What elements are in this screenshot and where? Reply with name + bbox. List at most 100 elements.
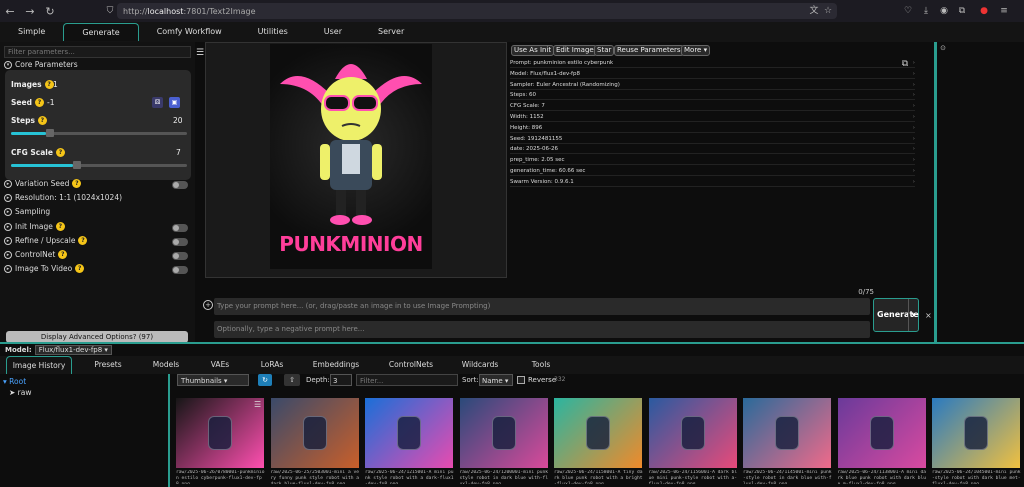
tab-models[interactable]: Models	[144, 356, 188, 374]
history-thumbnail[interactable]	[176, 398, 264, 468]
metadata-row[interactable]: Seed: 1912481155	[510, 134, 915, 144]
extension-red-icon[interactable]: ●	[978, 5, 990, 17]
help-icon[interactable]: ?	[37, 116, 47, 125]
generate-options-caret-icon[interactable]: ▾	[908, 299, 918, 331]
panel-divider[interactable]: ☰	[195, 42, 205, 344]
view-mode-select[interactable]: Thumbnails ▾	[177, 374, 249, 386]
section-image-to-video[interactable]: ▸ Image To Video?	[4, 264, 85, 273]
use-as-init-button[interactable]: Use As Init	[511, 45, 555, 56]
refine-upscale-toggle[interactable]	[172, 238, 188, 246]
tab-loras[interactable]: LoRAs	[250, 356, 294, 374]
section-controlnet[interactable]: ▸ ControlNet?	[4, 250, 68, 259]
add-image-icon[interactable]: +	[203, 300, 213, 310]
tab-embeddings[interactable]: Embeddings	[306, 356, 366, 374]
steps-value[interactable]: 20	[173, 116, 183, 125]
core-parameters-header[interactable]: ▾ Core Parameters	[4, 60, 78, 69]
more-button[interactable]: More ▾	[681, 45, 711, 56]
recycle-seed-icon[interactable]: ▣	[169, 97, 180, 108]
tab-comfy-workflow[interactable]: Comfy Workflow	[139, 23, 240, 41]
tab-image-history[interactable]: Image History	[6, 356, 72, 374]
thumbnail-menu-icon[interactable]: ☰	[254, 400, 261, 409]
image-to-video-toggle[interactable]	[172, 266, 188, 274]
seed-value[interactable]: -1	[47, 98, 54, 107]
section-variation-seed[interactable]: ▸ Variation Seed?	[4, 179, 82, 188]
translate-icon[interactable]: 文	[808, 5, 820, 17]
controlnet-toggle[interactable]	[172, 252, 188, 260]
tab-server[interactable]: Server	[360, 23, 422, 41]
init-image-toggle[interactable]	[172, 224, 188, 232]
filter-parameters-input[interactable]: Filter parameters...	[4, 46, 191, 58]
dice-icon[interactable]: ⚄	[152, 97, 163, 108]
section-init-image[interactable]: ▸ Init Image?	[4, 222, 65, 231]
reuse-parameters-button[interactable]: Reuse Parameters	[614, 45, 684, 56]
tab-utilities[interactable]: Utilities	[240, 23, 306, 41]
history-thumbnail[interactable]	[743, 398, 831, 468]
metadata-row[interactable]: Width: 1152	[510, 112, 915, 122]
generated-image[interactable]: PUNKMINION	[270, 44, 432, 269]
sort-select[interactable]: Name ▾	[479, 374, 513, 386]
help-icon[interactable]: ?	[72, 179, 82, 188]
metadata-row[interactable]: Steps: 60	[510, 90, 915, 101]
section-sampling[interactable]: ▸ Sampling	[4, 207, 50, 216]
prompt-input[interactable]: Type your prompt here... (or, drag/paste…	[214, 298, 870, 315]
account-icon[interactable]: ◉	[938, 5, 950, 17]
tree-root[interactable]: ▾ Root	[3, 377, 26, 386]
section-refine-upscale[interactable]: ▸ Refine / Upscale?	[4, 236, 88, 245]
url-bar[interactable]: http://localhost:7801/Text2Image	[117, 3, 837, 19]
help-icon[interactable]: ?	[78, 236, 88, 245]
tab-wildcards[interactable]: Wildcards	[452, 356, 508, 374]
refresh-icon[interactable]: ↻	[258, 374, 272, 386]
history-thumbnail[interactable]	[932, 398, 1020, 468]
metadata-row[interactable]: prep_time: 2.05 sec	[510, 155, 915, 166]
metadata-row[interactable]: CFG Scale: 7	[510, 101, 915, 112]
help-icon[interactable]: ?	[75, 264, 85, 273]
reverse-checkbox[interactable]	[517, 376, 525, 384]
metadata-row[interactable]: Sampler: Euler Ancestral (Randomizing)	[510, 80, 915, 90]
history-thumbnail[interactable]	[837, 398, 926, 468]
history-thumbnail[interactable]	[459, 398, 548, 468]
history-thumbnail[interactable]	[270, 398, 359, 468]
menu-icon[interactable]: ≡	[998, 5, 1010, 17]
metadata-row[interactable]: Height: 896	[510, 123, 915, 133]
tab-presets[interactable]: Presets	[84, 356, 132, 374]
negative-prompt-input[interactable]: Optionally, type a negative prompt here.…	[214, 321, 870, 338]
generate-button[interactable]: Generate ▾	[873, 298, 919, 332]
help-icon[interactable]: ?	[34, 98, 44, 107]
variation-seed-toggle[interactable]	[172, 181, 188, 189]
depth-input[interactable]: 3	[330, 374, 352, 386]
metadata-row[interactable]: date: 2025-06-26	[510, 144, 915, 155]
metadata-row[interactable]: Model: Flux/flux1-dev-fp8	[510, 69, 915, 79]
metadata-row[interactable]: generation_time: 60.66 sec	[510, 166, 915, 176]
help-icon[interactable]: ?	[55, 222, 65, 231]
history-thumbnail[interactable]	[648, 398, 737, 468]
forward-icon[interactable]: →	[20, 5, 40, 18]
tab-generate[interactable]: Generate	[63, 23, 139, 41]
history-filter-input[interactable]: Filter...	[356, 374, 458, 386]
images-value[interactable]: 1	[53, 80, 58, 89]
close-icon[interactable]: ×	[925, 311, 932, 320]
tab-simple[interactable]: Simple	[0, 23, 63, 41]
tab-user[interactable]: User	[306, 23, 360, 41]
metadata-row[interactable]: Prompt: punkminion estilo cyberpunk	[510, 58, 915, 68]
settings-dot-icon[interactable]: ⊙	[937, 42, 949, 54]
shield-icon[interactable]: ⛉	[104, 5, 116, 17]
help-icon[interactable]: ?	[55, 148, 65, 157]
bookmark-star-icon[interactable]: ☆	[822, 5, 834, 17]
drag-handle-icon[interactable]: ☰	[196, 48, 204, 58]
model-select[interactable]: Flux/flux1-dev-fp8 ▾	[34, 345, 112, 355]
cfg-scale-value[interactable]: 7	[176, 148, 181, 157]
history-thumbnail[interactable]	[554, 398, 642, 468]
cfg-scale-slider[interactable]	[11, 161, 187, 169]
section-resolution-1-1-1024x1024[interactable]: ▸ Resolution: 1:1 (1024x1024)	[4, 193, 122, 202]
tree-folder-raw[interactable]: ➤ raw	[9, 388, 32, 397]
metadata-row[interactable]: Swarm Version: 0.9.6.1	[510, 177, 915, 187]
tab-vaes[interactable]: VAEs	[200, 356, 240, 374]
back-icon[interactable]: ←	[0, 5, 20, 18]
tab-controlnets[interactable]: ControlNets	[376, 356, 446, 374]
help-icon[interactable]: ?	[58, 250, 68, 259]
history-thumbnail[interactable]	[365, 398, 453, 468]
edit-image-button[interactable]: Edit Image	[553, 45, 597, 56]
steps-slider[interactable]	[11, 129, 187, 137]
up-folder-icon[interactable]: ⇧	[284, 374, 300, 386]
cfg-slider-thumb[interactable]	[72, 161, 81, 169]
